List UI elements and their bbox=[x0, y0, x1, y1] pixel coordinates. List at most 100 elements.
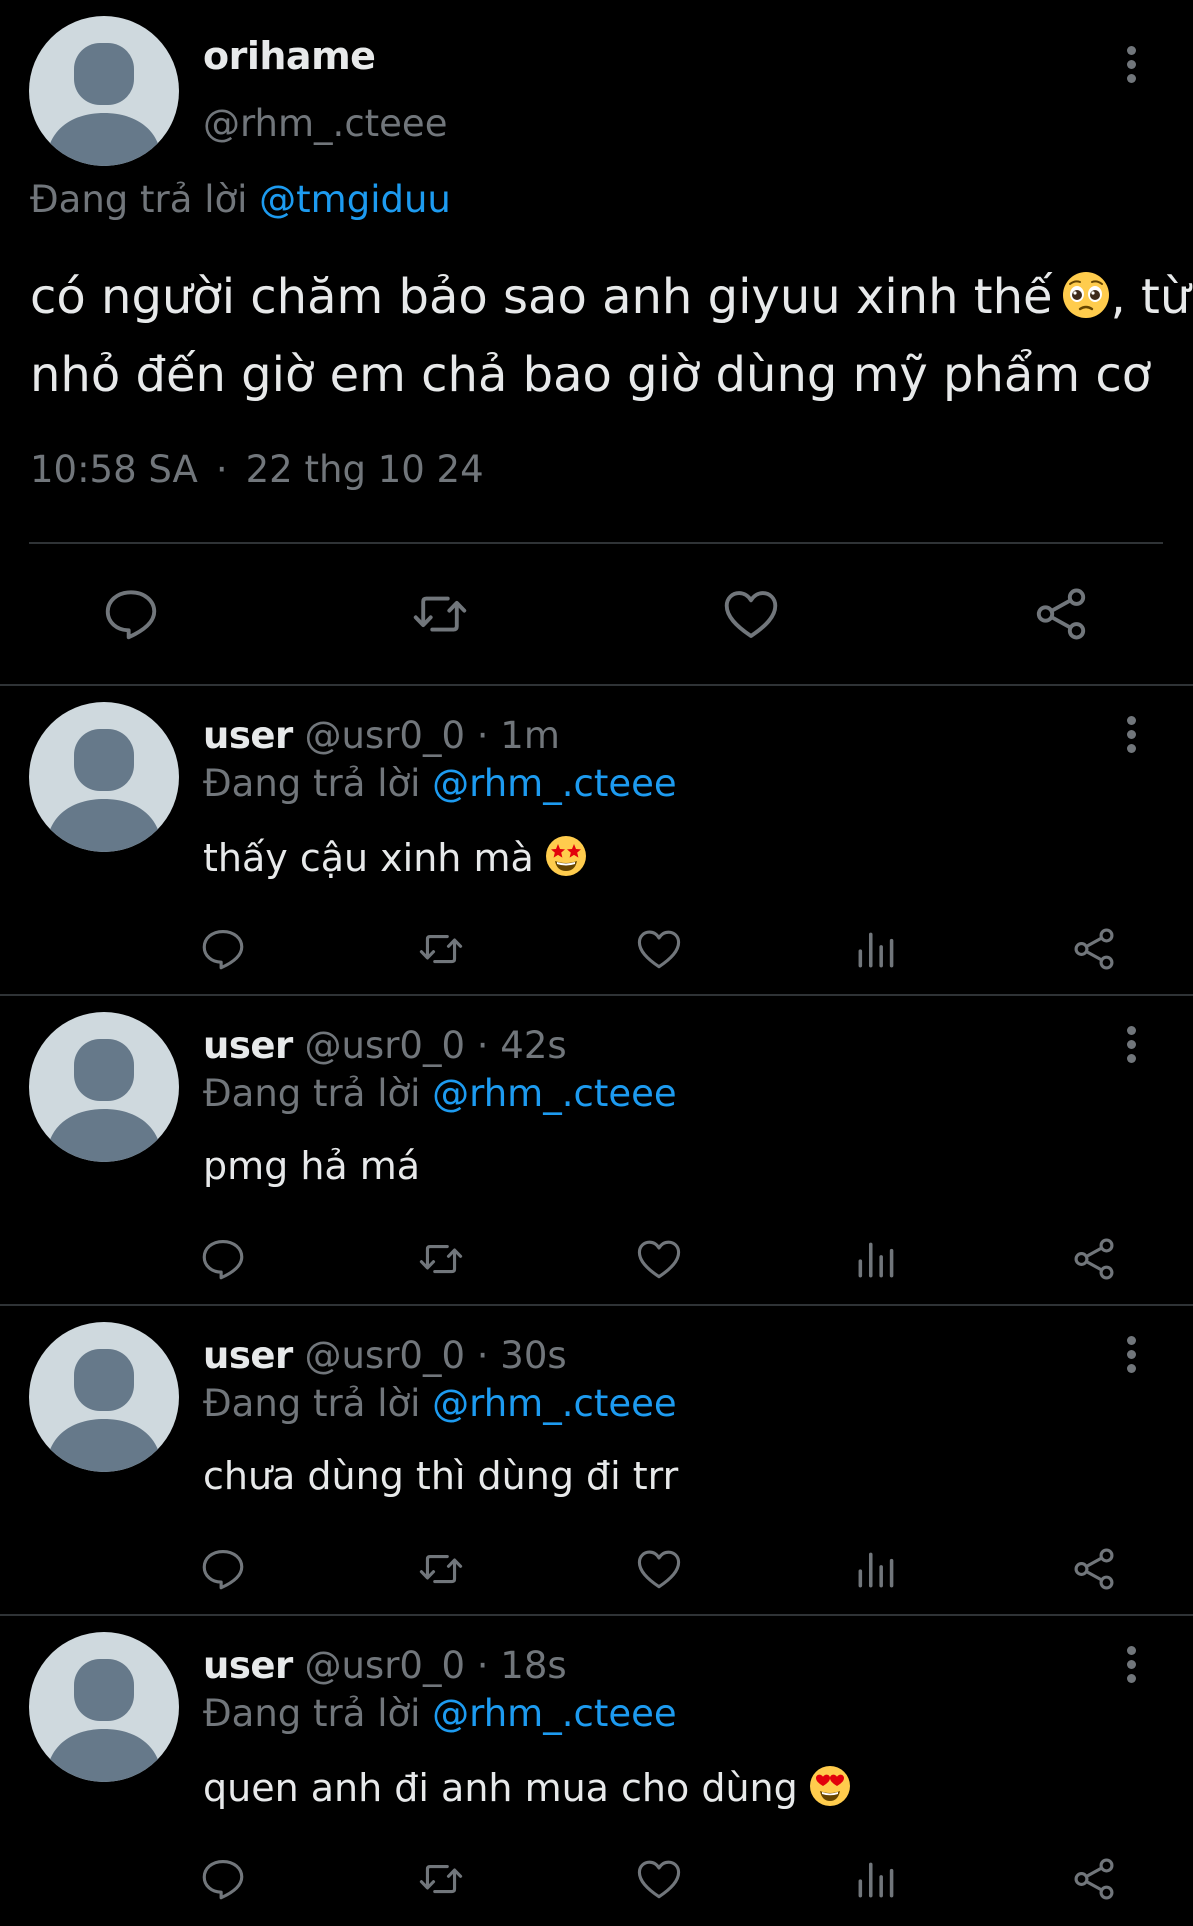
reply-time[interactable]: · 42s bbox=[477, 1024, 567, 1067]
reply-time[interactable]: · 18s bbox=[477, 1644, 567, 1687]
like-button[interactable] bbox=[634, 1234, 684, 1284]
replying-to-link[interactable]: @rhm_.cteee bbox=[432, 762, 676, 805]
retweet-button[interactable] bbox=[416, 1854, 466, 1904]
reply-author-name[interactable]: user bbox=[203, 1334, 293, 1377]
tweet-text-line-1: có người chăm bảo sao anh giyuu xinh thế bbox=[30, 269, 1053, 325]
reply-button[interactable] bbox=[198, 1854, 248, 1904]
more-options-icon[interactable] bbox=[1111, 704, 1151, 764]
replying-to: Đang trả lời @rhm_.cteee bbox=[203, 1382, 677, 1425]
replying-prefix: Đang trả lời bbox=[30, 178, 260, 221]
reply-author-name[interactable]: user bbox=[203, 1644, 293, 1687]
replying-prefix: Đang trả lời bbox=[203, 1382, 433, 1425]
reply-author-handle[interactable]: @usr0_0 bbox=[304, 1644, 465, 1687]
reply-icon bbox=[105, 590, 157, 640]
reply-text-content: pmg hả má bbox=[203, 1144, 421, 1188]
reply-author-handle[interactable]: @usr0_0 bbox=[304, 1334, 465, 1377]
reply-author-handle[interactable]: @usr0_0 bbox=[304, 1024, 465, 1067]
like-button[interactable] bbox=[720, 583, 782, 645]
tweet-date[interactable]: 22 thg 10 24 bbox=[246, 448, 484, 491]
default-profile-icon bbox=[46, 43, 162, 166]
like-button[interactable] bbox=[634, 924, 684, 974]
reply-tweet[interactable]: user @usr0_0 · 1m Đang trả lời @rhm_.ctee… bbox=[0, 686, 1193, 996]
reply-button[interactable] bbox=[100, 583, 162, 645]
share-button[interactable] bbox=[1069, 924, 1119, 974]
reply-time[interactable]: · 30s bbox=[477, 1334, 567, 1377]
default-profile-icon bbox=[46, 1659, 162, 1782]
tweet-timestamp: 10:58 SA · 22 thg 10 24 bbox=[30, 448, 484, 491]
retweet-button[interactable] bbox=[416, 1544, 466, 1594]
retweet-icon bbox=[419, 1554, 463, 1584]
reply-button[interactable] bbox=[198, 1234, 248, 1284]
reply-time[interactable]: · 1m bbox=[477, 714, 560, 757]
share-button[interactable] bbox=[1069, 1234, 1119, 1284]
reply-button[interactable] bbox=[198, 924, 248, 974]
like-button[interactable] bbox=[634, 1544, 684, 1594]
retweet-icon bbox=[419, 1864, 463, 1894]
replying-to: Đang trả lời @tmgiduu bbox=[30, 178, 451, 221]
replying-to-link[interactable]: @rhm_.cteee bbox=[432, 1072, 676, 1115]
share-button[interactable] bbox=[1069, 1854, 1119, 1904]
replying-prefix: Đang trả lời bbox=[203, 762, 433, 805]
reply-text: quen anh đi anh mua cho dùng bbox=[203, 1764, 852, 1810]
share-icon bbox=[1074, 1548, 1114, 1590]
share-icon bbox=[1074, 1238, 1114, 1280]
reply-text-content: chưa dùng thì dùng đi trr bbox=[203, 1454, 679, 1498]
views-icon bbox=[858, 1552, 894, 1588]
author-name[interactable]: orihame bbox=[203, 34, 376, 78]
views-icon bbox=[858, 932, 894, 968]
avatar[interactable] bbox=[29, 16, 179, 166]
reply-author-name[interactable]: user bbox=[203, 714, 293, 757]
reply-author-name[interactable]: user bbox=[203, 1024, 293, 1067]
reply-tweet[interactable]: user @usr0_0 · 18s Đang trả lời @rhm_.cte… bbox=[0, 1616, 1193, 1926]
tweet-text-line-1-end: , từ bbox=[1110, 269, 1191, 325]
retweet-icon bbox=[413, 596, 467, 632]
reply-tweet[interactable]: user @usr0_0 · 42s Đang trả lời @rhm_.cte… bbox=[0, 996, 1193, 1306]
avatar[interactable] bbox=[29, 1322, 179, 1472]
share-button[interactable] bbox=[1030, 583, 1092, 645]
views-button[interactable] bbox=[852, 1234, 902, 1284]
reply-header: user @usr0_0 · 18s bbox=[203, 1644, 567, 1687]
reply-header: user @usr0_0 · 1m bbox=[203, 714, 560, 757]
reply-text-content: thấy cậu xinh mà bbox=[203, 836, 534, 880]
tweet-time[interactable]: 10:58 SA bbox=[30, 448, 198, 491]
views-button[interactable] bbox=[852, 924, 902, 974]
reply-text-content: quen anh đi anh mua cho dùng bbox=[203, 1766, 798, 1810]
avatar[interactable] bbox=[29, 1632, 179, 1782]
views-button[interactable] bbox=[852, 1544, 902, 1594]
more-options-icon[interactable] bbox=[1111, 34, 1151, 94]
more-options-icon[interactable] bbox=[1111, 1324, 1151, 1384]
retweet-button[interactable] bbox=[409, 583, 471, 645]
retweet-icon bbox=[419, 934, 463, 964]
like-button[interactable] bbox=[634, 1854, 684, 1904]
retweet-button[interactable] bbox=[416, 1234, 466, 1284]
pleading-face-emoji bbox=[1061, 265, 1111, 318]
default-profile-icon bbox=[46, 729, 162, 852]
more-options-icon[interactable] bbox=[1111, 1634, 1151, 1694]
replying-to: Đang trả lời @rhm_.cteee bbox=[203, 1692, 677, 1735]
default-profile-icon bbox=[46, 1039, 162, 1162]
avatar[interactable] bbox=[29, 1012, 179, 1162]
replying-to-link[interactable]: @tmgiduu bbox=[259, 178, 451, 221]
replying-to-link[interactable]: @rhm_.cteee bbox=[432, 1692, 676, 1735]
views-button[interactable] bbox=[852, 1854, 902, 1904]
views-icon bbox=[858, 1242, 894, 1278]
replying-to-link[interactable]: @rhm_.cteee bbox=[432, 1382, 676, 1425]
reply-header: user @usr0_0 · 30s bbox=[203, 1334, 567, 1377]
share-button[interactable] bbox=[1069, 1544, 1119, 1594]
reply-header: user @usr0_0 · 42s bbox=[203, 1024, 567, 1067]
more-options-icon[interactable] bbox=[1111, 1014, 1151, 1074]
reply-button[interactable] bbox=[198, 1544, 248, 1594]
divider bbox=[29, 542, 1163, 544]
reply-tweet[interactable]: user @usr0_0 · 30s Đang trả lời @rhm_.cte… bbox=[0, 1306, 1193, 1616]
retweet-button[interactable] bbox=[416, 924, 466, 974]
reply-icon bbox=[202, 1239, 244, 1280]
tweet-text: có người chăm bảo sao anh giyuu xinh thế… bbox=[30, 258, 1190, 414]
avatar[interactable] bbox=[29, 702, 179, 852]
reply-icon bbox=[202, 1549, 244, 1590]
reply-icon bbox=[202, 929, 244, 970]
replying-to: Đang trả lời @rhm_.cteee bbox=[203, 1072, 677, 1115]
reply-author-handle[interactable]: @usr0_0 bbox=[304, 714, 465, 757]
like-icon bbox=[637, 1240, 681, 1279]
author-handle[interactable]: @rhm_.cteee bbox=[203, 102, 447, 145]
replying-to: Đang trả lời @rhm_.cteee bbox=[203, 762, 677, 805]
